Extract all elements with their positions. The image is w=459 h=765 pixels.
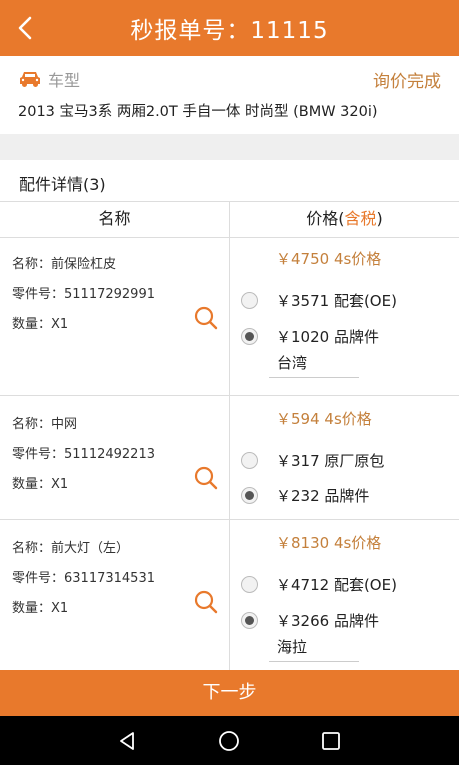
brand-field[interactable]: 台湾 bbox=[269, 348, 359, 378]
part-number: 零件号：51117292991 bbox=[12, 287, 155, 302]
search-icon bbox=[194, 590, 218, 614]
status-badge: 询价完成 bbox=[373, 71, 441, 92]
radio-button[interactable] bbox=[241, 292, 258, 309]
part-name: 名称：前保险杠皮 bbox=[12, 257, 117, 272]
price-option[interactable]: ￥3266 品牌件 bbox=[241, 610, 379, 631]
price-option-label: ￥4712 配套(OE) bbox=[276, 576, 397, 594]
radio-button[interactable] bbox=[241, 452, 258, 469]
price-option-label: ￥317 原厂原包 bbox=[276, 452, 385, 470]
radio-button-selected[interactable] bbox=[241, 487, 258, 504]
table-row: 名称：前保险杠皮 零件号：51117292991 数量：X1 ￥4750 4s价… bbox=[0, 238, 459, 396]
part-name: 名称：前大灯（左） bbox=[12, 541, 130, 556]
page-title: 秒报单号：11115 bbox=[130, 18, 329, 44]
part-quantity: 数量：X1 bbox=[12, 601, 69, 616]
back-button[interactable] bbox=[6, 8, 46, 48]
table-row: 名称：中网 零件号：51112492213 数量：X1 ￥594 4s价格 ￥3… bbox=[0, 396, 459, 520]
price-option[interactable]: ￥232 品牌件 bbox=[241, 485, 369, 506]
brand-field[interactable]: 海拉 bbox=[269, 632, 359, 662]
search-button[interactable] bbox=[192, 304, 220, 332]
square-recents-icon bbox=[322, 732, 340, 750]
price-cell: ￥4750 4s价格 ￥3571 配套(OE) ￥1020 品牌件 台湾 bbox=[231, 238, 459, 395]
parts-title: 配件详情(3) bbox=[19, 175, 106, 194]
system-nav-bar bbox=[0, 716, 459, 765]
car-label: 车型 bbox=[48, 71, 81, 90]
part-info-cell: 名称：前大灯（左） 零件号：63117314531 数量：X1 bbox=[0, 520, 230, 670]
search-button[interactable] bbox=[192, 588, 220, 616]
nav-back-button[interactable] bbox=[112, 726, 142, 756]
price-option[interactable]: ￥1020 品牌件 bbox=[241, 326, 379, 347]
radio-button[interactable] bbox=[241, 576, 258, 593]
price-cell: ￥594 4s价格 ￥317 原厂原包 ￥232 品牌件 bbox=[231, 396, 459, 519]
price-option[interactable]: ￥3571 配套(OE) bbox=[241, 290, 397, 311]
triangle-back-icon bbox=[120, 732, 134, 750]
price-option-label: ￥1020 品牌件 bbox=[276, 328, 379, 346]
title-bar: 秒报单号：11115 bbox=[0, 0, 459, 56]
part-quantity: 数量：X1 bbox=[12, 477, 69, 492]
price-option[interactable]: ￥4712 配套(OE) bbox=[241, 574, 397, 595]
column-header-name: 名称 bbox=[0, 202, 230, 237]
nav-recents-button[interactable] bbox=[316, 726, 346, 756]
column-header-price: 价格(含税) bbox=[306, 209, 383, 228]
table-row: 名称：前大灯（左） 零件号：63117314531 数量：X1 ￥8130 4s… bbox=[0, 520, 459, 670]
price-4s: ￥8130 4s价格 bbox=[276, 534, 382, 552]
price-4s: ￥4750 4s价格 bbox=[276, 250, 382, 268]
table-header: 名称 价格(含税) bbox=[0, 202, 459, 238]
price-option-label: ￥3571 配套(OE) bbox=[276, 292, 397, 310]
price-option[interactable]: ￥317 原厂原包 bbox=[241, 450, 384, 471]
tax-label: 含税 bbox=[344, 209, 377, 228]
chevron-left-icon bbox=[18, 16, 32, 40]
price-option-label: ￥232 品牌件 bbox=[276, 487, 370, 505]
price-option-label: ￥3266 品牌件 bbox=[276, 612, 379, 630]
part-name: 名称：中网 bbox=[12, 417, 78, 432]
section-divider bbox=[0, 134, 459, 160]
car-description: 2013 宝马3系 两厢2.0T 手自一体 时尚型 (BMW 320i) bbox=[18, 104, 378, 120]
parts-section-header: 配件详情(3) bbox=[0, 160, 459, 202]
car-info: 车型 询价完成 2013 宝马3系 两厢2.0T 手自一体 时尚型 (BMW 3… bbox=[0, 56, 459, 134]
search-button[interactable] bbox=[192, 464, 220, 492]
radio-button-selected[interactable] bbox=[241, 328, 258, 345]
next-step-button[interactable]: 下一步 bbox=[0, 670, 459, 716]
search-icon bbox=[194, 466, 218, 490]
car-icon bbox=[20, 72, 40, 87]
radio-button-selected[interactable] bbox=[241, 612, 258, 629]
part-quantity: 数量：X1 bbox=[12, 317, 69, 332]
part-number: 零件号：51112492213 bbox=[12, 447, 155, 462]
part-number: 零件号：63117314531 bbox=[12, 571, 155, 586]
price-4s: ￥594 4s价格 bbox=[276, 410, 372, 428]
search-icon bbox=[194, 306, 218, 330]
part-info-cell: 名称：前保险杠皮 零件号：51117292991 数量：X1 bbox=[0, 238, 230, 395]
circle-home-icon bbox=[219, 731, 239, 751]
price-cell: ￥8130 4s价格 ￥4712 配套(OE) ￥3266 品牌件 海拉 bbox=[231, 520, 459, 670]
nav-home-button[interactable] bbox=[214, 726, 244, 756]
part-info-cell: 名称：中网 零件号：51112492213 数量：X1 bbox=[0, 396, 230, 519]
